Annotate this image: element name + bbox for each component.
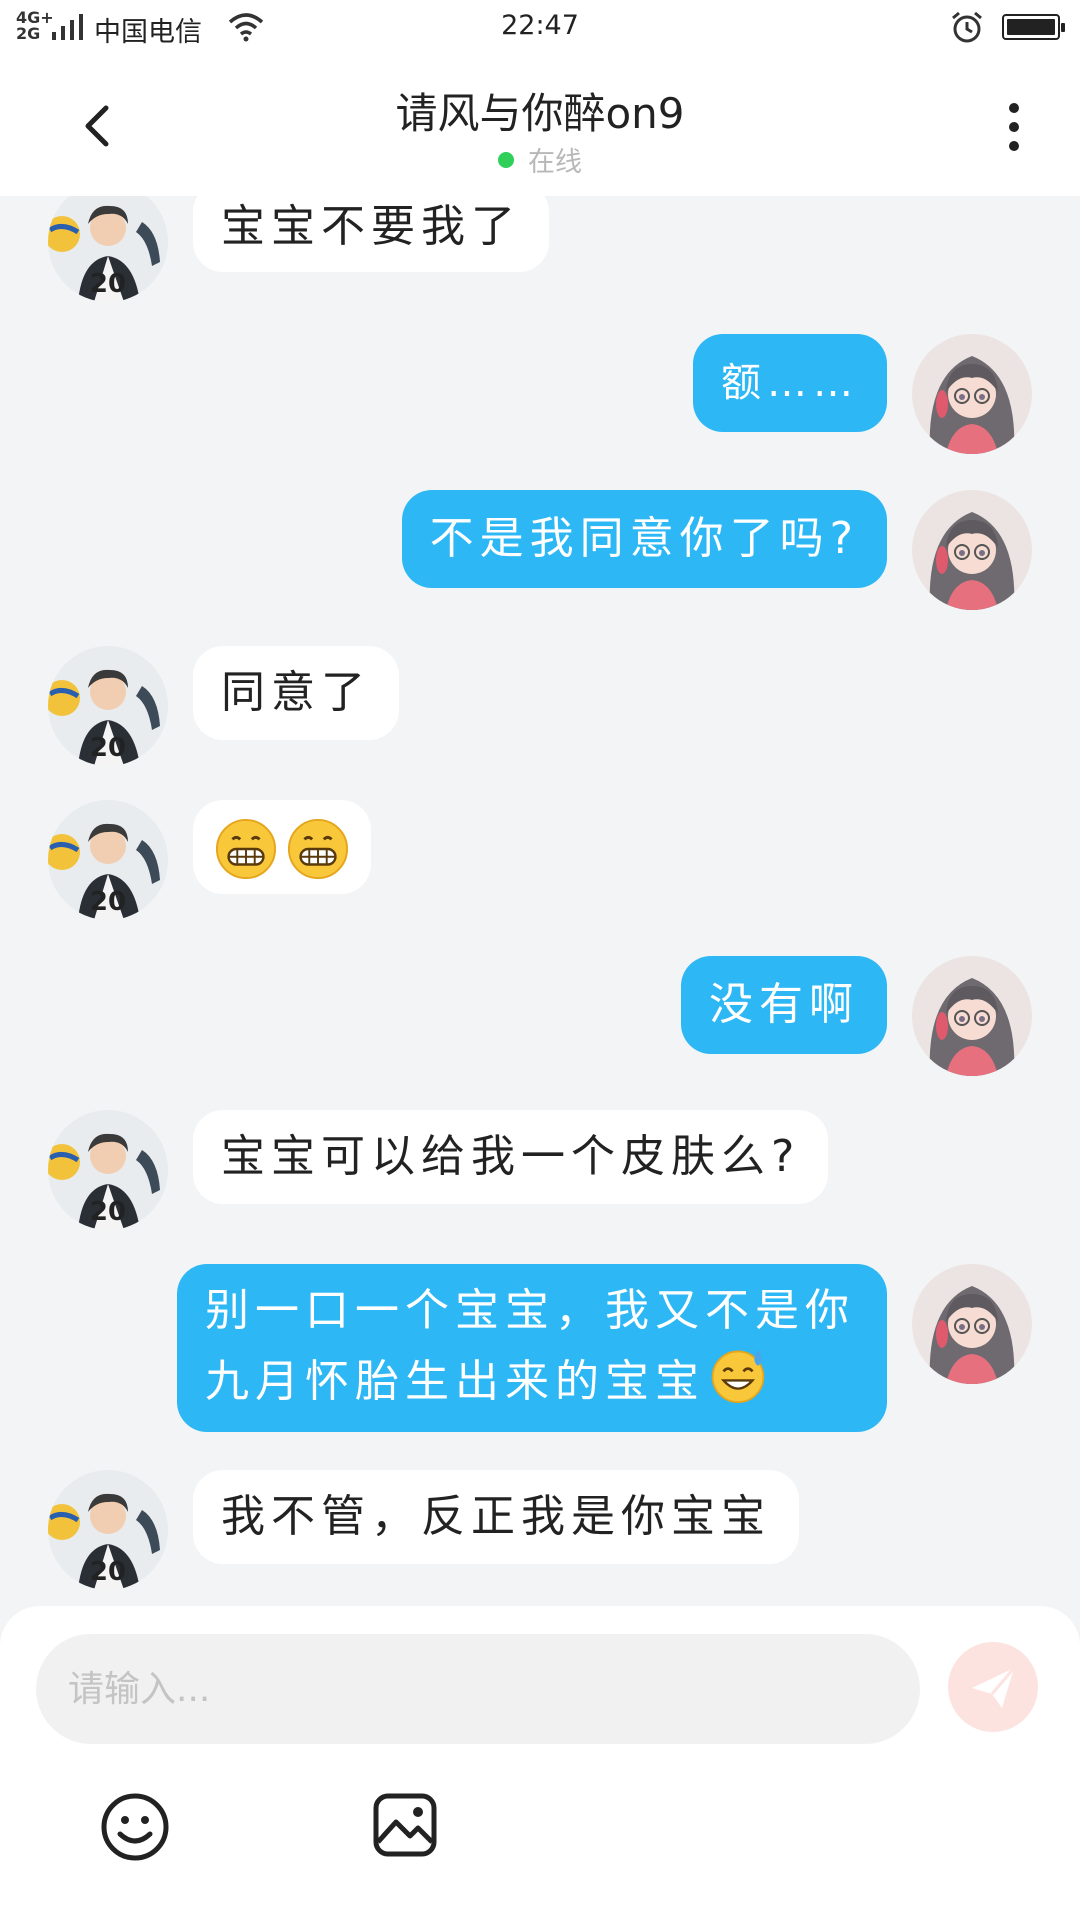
send-icon [972,1667,1016,1708]
message-bubble-incoming[interactable]: 同意了 [193,646,399,740]
message-bubble-incoming[interactable]: 宝宝不要我了 [193,196,549,272]
message-input[interactable] [36,1634,920,1744]
contact-avatar[interactable] [48,1470,168,1590]
status-bar: 4G+ 2G 中国电信 22:47 [0,0,1080,58]
grinning-face-icon [215,818,277,880]
user-avatar[interactable] [912,334,1032,454]
contact-avatar[interactable] [48,196,168,302]
online-status: 在线 [0,140,1080,179]
contact-avatar[interactable] [48,646,168,766]
battery-icon [1002,14,1065,40]
user-avatar[interactable] [912,1264,1032,1384]
emoji-icon[interactable] [100,1792,170,1862]
chat-title: 请风与你醉on9 [395,89,685,138]
message-bubble-outgoing[interactable]: 不是我同意你了吗? [401,490,887,588]
grinning-face-icon [287,818,349,880]
composer [0,1606,1080,1920]
chat-header: 请风与你醉on9 在线 [0,58,1080,196]
online-dot-icon [498,152,514,168]
alarm-icon [952,11,982,43]
clock: 22:47 [501,10,579,41]
more-vertical-icon[interactable] [994,98,1034,158]
image-icon[interactable] [372,1792,438,1858]
message-list[interactable]: 20 [0,196,1080,1606]
user-avatar[interactable] [912,956,1032,1076]
message-bubble-outgoing[interactable]: 别一口一个宝宝，我又不是你九月怀胎生出来的宝宝 [177,1264,887,1432]
message-bubble-incoming[interactable] [193,800,371,894]
user-avatar[interactable] [912,490,1032,610]
message-bubble-outgoing[interactable]: 额…… [693,334,887,432]
send-button[interactable] [948,1642,1038,1732]
message-bubble-outgoing[interactable]: 没有啊 [681,956,887,1054]
online-status-label: 在线 [528,147,582,178]
contact-avatar[interactable] [48,800,168,920]
message-bubble-incoming[interactable]: 宝宝可以给我一个皮肤么? [193,1110,829,1204]
sweat-smile-face-icon [709,1346,767,1404]
message-bubble-incoming[interactable]: 我不管，反正我是你宝宝 [193,1470,799,1564]
contact-avatar[interactable] [48,1110,168,1230]
